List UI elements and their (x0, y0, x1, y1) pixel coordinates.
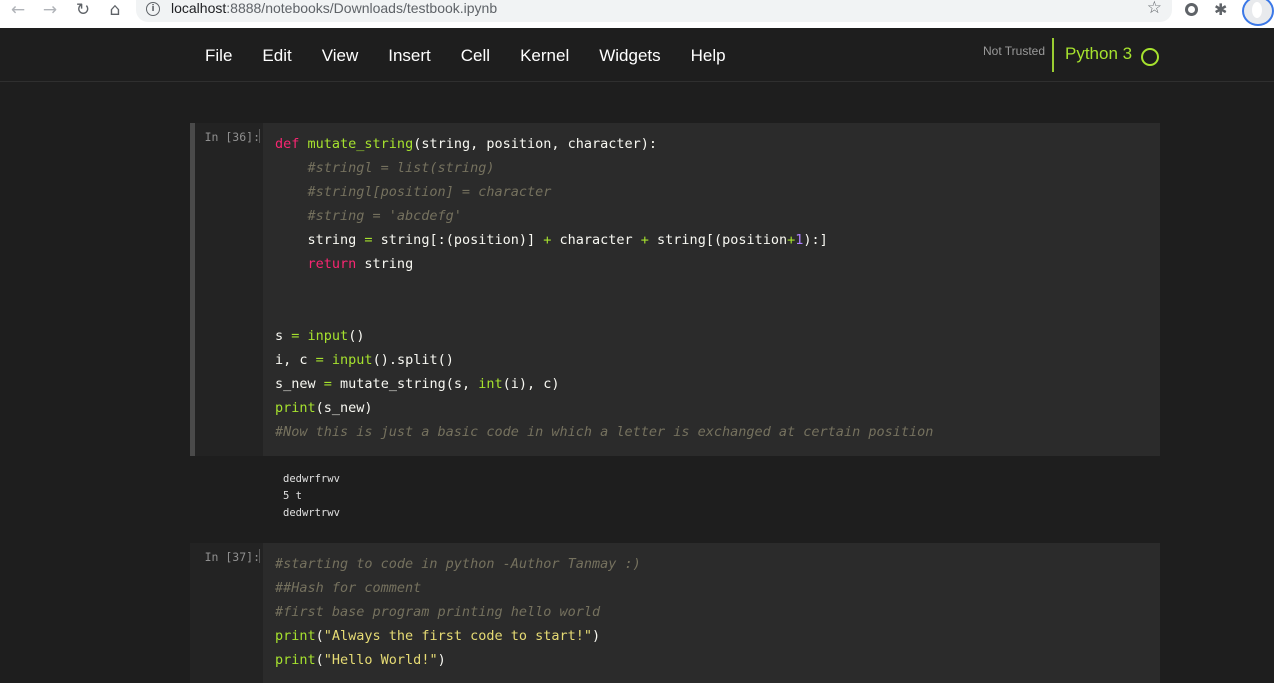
menu-insert[interactable]: Insert (373, 46, 446, 66)
menu-kernel[interactable]: Kernel (505, 46, 584, 66)
trust-status[interactable]: Not Trusted (983, 44, 1045, 58)
kernel-name: Python 3 (1065, 44, 1133, 63)
code-input-area[interactable]: #starting to code in python -Author Tanm… (263, 543, 1160, 683)
code-editor[interactable]: #starting to code in python -Author Tanm… (275, 552, 641, 672)
output-line: dedwrtrwv (283, 507, 340, 519)
code-line: print("Hello World!") (275, 652, 446, 668)
code-input-area[interactable]: def mutate_string(string, position, char… (263, 123, 1160, 456)
site-info-icon[interactable]: i (146, 2, 160, 16)
extension-circle-icon[interactable] (1185, 3, 1198, 16)
code-line: i, c = input().split() (275, 352, 454, 368)
code-line: #starting to code in python -Author Tanm… (275, 556, 641, 572)
url-path: :8888/notebooks/Downloads/testbook.ipynb (226, 0, 498, 16)
url-host: localhost (171, 0, 227, 16)
address-bar[interactable]: i localhost:8888/notebooks/Downloads/tes… (136, 0, 1172, 22)
code-line: s = input() (275, 328, 365, 344)
prompt-separator (259, 549, 260, 563)
code-line: ##Hash for comment (275, 580, 422, 596)
bookmark-star-icon[interactable]: ☆ (1147, 0, 1162, 18)
kernel-divider (1052, 38, 1054, 72)
code-editor[interactable]: def mutate_string(string, position, char… (275, 132, 933, 444)
menu-items: File Edit View Insert Cell Kernel Widget… (190, 46, 741, 66)
url-text[interactable]: localhost:8888/notebooks/Downloads/testb… (171, 0, 497, 16)
code-line: #first base program printing hello world (275, 604, 601, 620)
code-line: #Now this is just a basic code in which … (275, 424, 934, 440)
menu-help[interactable]: Help (676, 46, 741, 66)
back-icon[interactable]: ← (7, 0, 29, 20)
cell-selection-bar (190, 123, 195, 456)
menu-view[interactable]: View (307, 46, 374, 66)
browser-toolbar: ← → ↻ ⌂ i localhost:8888/notebooks/Downl… (0, 0, 1274, 28)
extensions-puzzle-icon[interactable]: ✱ (1214, 0, 1227, 19)
home-icon[interactable]: ⌂ (104, 0, 126, 20)
prompt-separator (259, 129, 260, 143)
code-line: #stringl[position] = character (275, 184, 552, 200)
input-prompt: In [37]: (204, 550, 260, 564)
menu-cell[interactable]: Cell (446, 46, 505, 66)
output-text: dedwrfrwv 5 t dedwrtrwv (283, 471, 340, 522)
code-line: s_new = mutate_string(s, int(i), c) (275, 376, 560, 392)
output-line: dedwrfrwv (283, 473, 340, 485)
code-cell[interactable]: In [37]: #starting to code in python -Au… (190, 543, 1160, 683)
kernel-idle-indicator-icon (1141, 48, 1159, 66)
code-line: def mutate_string(string, position, char… (275, 136, 658, 152)
code-line: #string = 'abcdefg' (275, 208, 462, 224)
code-line: print(s_new) (275, 400, 373, 416)
notebook-menubar: File Edit View Insert Cell Kernel Widget… (0, 28, 1274, 82)
output-area: dedwrfrwv 5 t dedwrtrwv (190, 456, 1160, 537)
menu-file[interactable]: File (190, 46, 247, 66)
code-line: #stringl = list(string) (275, 160, 495, 176)
menu-edit[interactable]: Edit (247, 46, 306, 66)
profile-avatar[interactable] (1242, 0, 1274, 26)
code-line: return string (307, 256, 414, 272)
code-line: string = string[:(position)] + character… (275, 232, 828, 248)
code-line: print("Always the first code to start!") (275, 628, 601, 644)
menu-widgets[interactable]: Widgets (584, 46, 675, 66)
output-line: 5 t (283, 490, 302, 502)
input-prompt: In [36]: (204, 130, 260, 144)
code-cell[interactable]: In [36]: def mutate_string(string, posit… (190, 123, 1160, 537)
reload-icon[interactable]: ↻ (72, 0, 94, 20)
forward-icon[interactable]: → (39, 0, 61, 20)
